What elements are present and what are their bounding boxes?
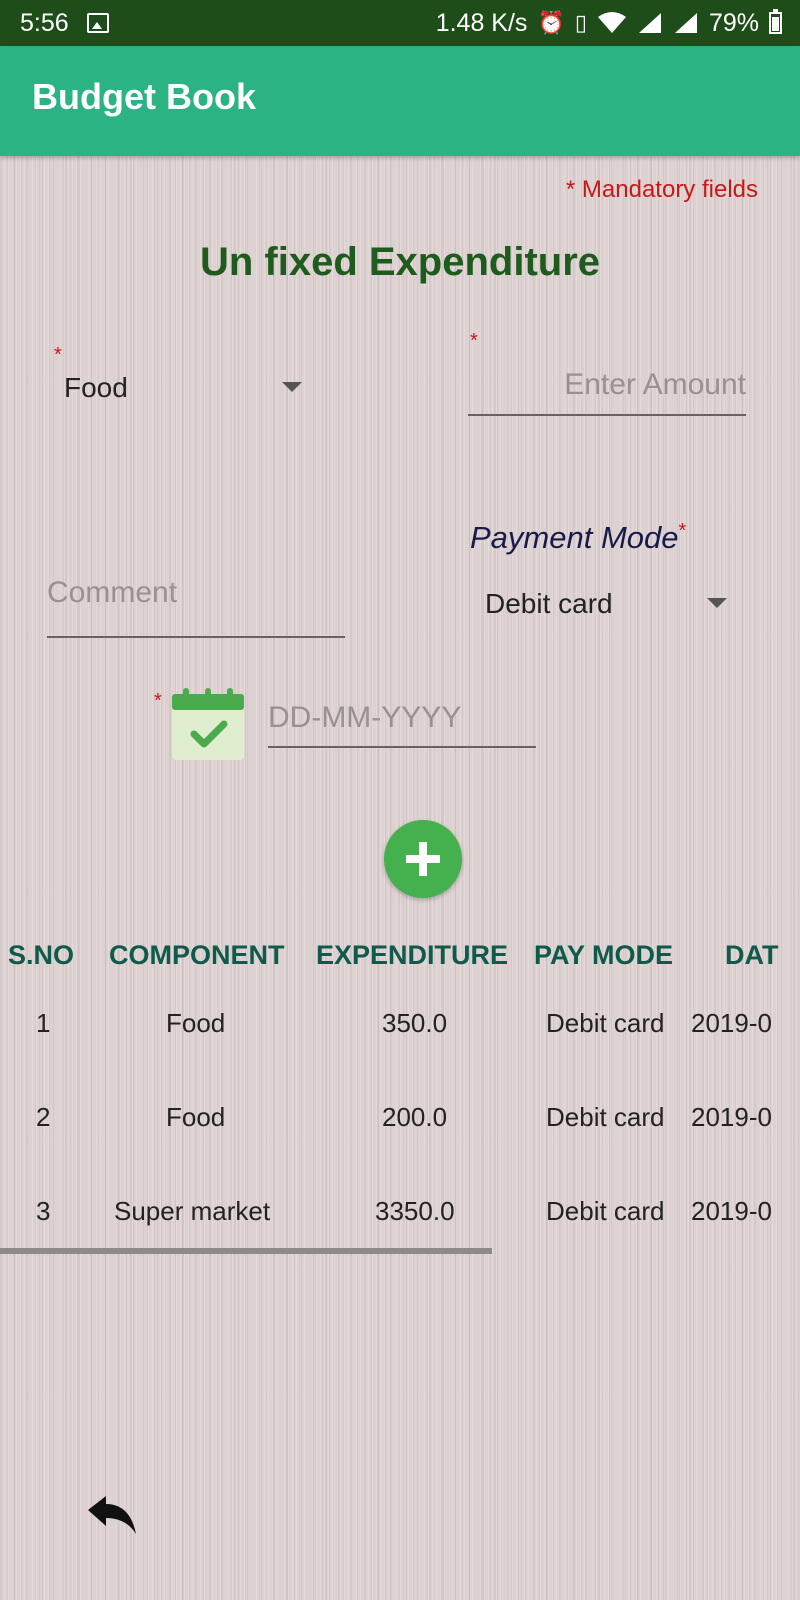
table-cell: 2019-0 — [691, 1102, 772, 1132]
table-cell: 200.0 — [382, 1102, 448, 1132]
mandatory-note: * Mandatory fields — [565, 176, 758, 203]
battery-icon — [769, 9, 782, 34]
image-icon — [86, 13, 109, 33]
table-cell: 350.0 — [382, 1008, 448, 1038]
required-mark-payment: * — [678, 520, 687, 542]
table-cell: 2 — [36, 1102, 51, 1132]
signal-icon-2 — [674, 13, 697, 33]
status-time: 5:56 — [20, 8, 69, 37]
signal-icon — [638, 13, 661, 33]
status-bar: 5:56 1.48 K/s ⏰ ▯ 79% — [0, 0, 800, 46]
required-mark-date: * — [154, 690, 162, 712]
table-cell: Debit card — [546, 1102, 665, 1132]
table-cell: Super market — [114, 1196, 271, 1226]
amount-input[interactable] — [468, 356, 746, 416]
payment-mode-selected: Debit card — [485, 588, 613, 619]
app-title: Budget Book — [32, 76, 256, 117]
alarm-icon: ⏰ — [537, 10, 565, 35]
table-cell: 3350.0 — [375, 1196, 455, 1226]
table-cell: Food — [166, 1102, 226, 1132]
table-cell: 1 — [36, 1008, 51, 1038]
wifi-icon — [597, 12, 626, 33]
table-header: S.NO — [8, 940, 75, 970]
payment-mode-label: Payment Mode* — [470, 520, 686, 556]
table-cell: 2019-0 — [691, 1196, 772, 1226]
table-header: EXPENDITURE — [316, 940, 509, 970]
status-right: 1.48 K/s ⏰ ▯ 79% — [436, 9, 782, 38]
network-speed: 1.48 K/s — [435, 8, 528, 37]
required-mark-category: * — [54, 344, 62, 366]
chevron-down-icon — [282, 382, 302, 392]
battery-percent: 79% — [708, 8, 759, 37]
page-title: Un fixed Expenditure — [199, 240, 601, 284]
table-header: PAY MODE — [534, 940, 674, 970]
payment-mode-label-text: Payment Mode — [470, 520, 679, 555]
table-header: COMPONENT — [109, 940, 285, 970]
vibrate-icon: ▯ — [574, 10, 587, 35]
calendar-icon[interactable] — [170, 688, 246, 762]
category-dropdown[interactable]: Food — [64, 368, 304, 408]
undo-back-icon[interactable] — [86, 1494, 140, 1540]
table-header: DAT — [725, 940, 779, 970]
table-cell: 2019-0 — [691, 1008, 772, 1038]
required-mark-amount: * — [470, 330, 478, 352]
payment-mode-dropdown[interactable]: Debit card — [485, 584, 727, 624]
comment-input[interactable] — [47, 550, 345, 638]
horizontal-scrollbar[interactable] — [0, 1248, 492, 1254]
app-bar: Budget Book — [0, 46, 800, 156]
table-cell: Food — [166, 1008, 226, 1038]
chevron-down-icon — [707, 598, 727, 608]
table-cell: Debit card — [546, 1008, 665, 1038]
category-selected: Food — [64, 372, 128, 403]
table-cell: Debit card — [546, 1196, 665, 1226]
add-button[interactable] — [384, 820, 462, 898]
date-input[interactable] — [268, 690, 536, 748]
table-cell: 3 — [36, 1196, 51, 1226]
